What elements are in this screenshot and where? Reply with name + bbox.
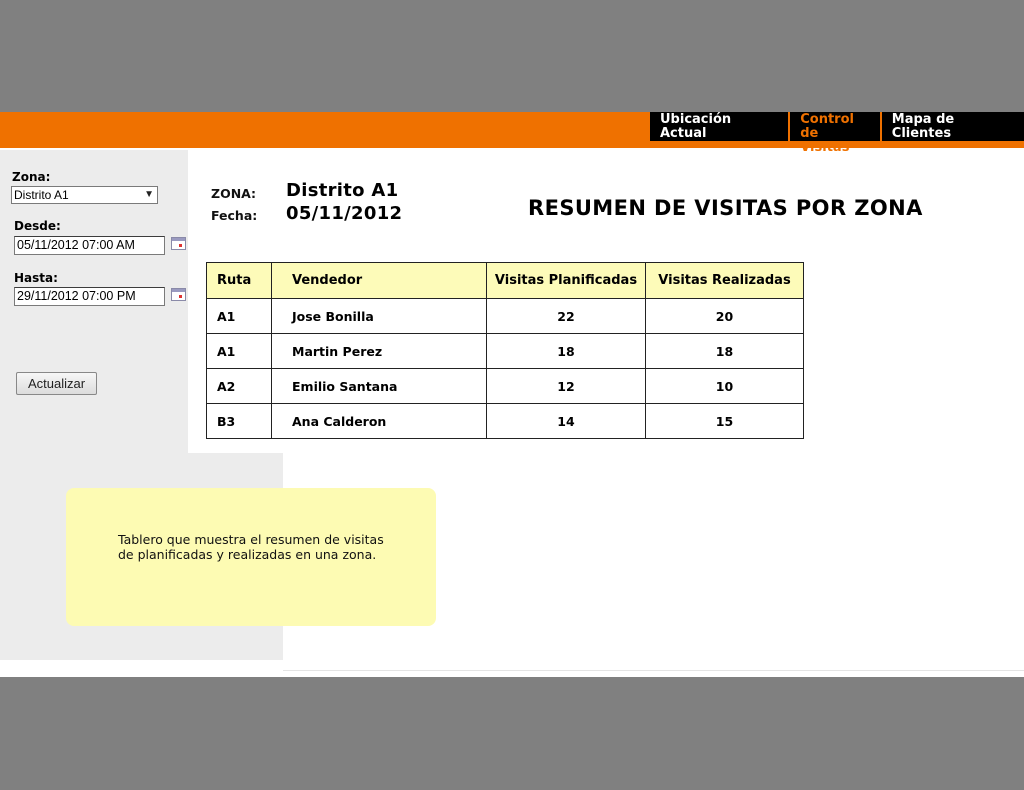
fecha-value: 05/11/2012 xyxy=(286,203,403,224)
zona-select-value: Distrito A1 xyxy=(14,188,69,202)
visits-table: Ruta Vendedor Visitas Planificadas Visit… xyxy=(206,262,804,439)
hasta-calendar-icon[interactable] xyxy=(171,288,186,301)
table-row: B3 Ana Calderon 14 15 xyxy=(206,403,804,439)
hasta-input[interactable]: 29/11/2012 07:00 PM xyxy=(14,287,165,306)
cell-vendedor: Ana Calderon xyxy=(271,403,487,439)
divider xyxy=(283,670,1024,671)
filter-panel: Zona: Distrito A1 ▼ Desde: 05/11/2012 07… xyxy=(0,150,188,453)
cell-realizadas: 20 xyxy=(645,298,804,334)
zona-header-value: Distrito A1 xyxy=(286,180,399,201)
cell-planificadas: 18 xyxy=(486,333,646,369)
cell-ruta: A2 xyxy=(206,368,272,404)
cell-realizadas: 10 xyxy=(645,368,804,404)
nav-control-label-line1: Control xyxy=(800,112,854,127)
cell-vendedor: Emilio Santana xyxy=(271,368,487,404)
desde-label: Desde: xyxy=(14,219,61,233)
desde-input[interactable]: 05/11/2012 07:00 AM xyxy=(14,236,165,255)
zona-header-label: ZONA: xyxy=(211,186,257,201)
cell-ruta: A1 xyxy=(206,333,272,369)
cell-realizadas: 15 xyxy=(645,403,804,439)
table-row: A1 Jose Bonilla 22 20 xyxy=(206,298,804,334)
zona-select[interactable]: Distrito A1 ▼ xyxy=(11,186,158,204)
description-note: Tablero que muestra el resumen de visita… xyxy=(66,488,436,626)
cell-vendedor: Jose Bonilla xyxy=(271,298,487,334)
hasta-label: Hasta: xyxy=(14,271,58,285)
cell-planificadas: 12 xyxy=(486,368,646,404)
nav-control-label-line2: de Visitas xyxy=(800,126,850,155)
nav-control-de-visitas[interactable]: Control de Visitas xyxy=(790,112,882,155)
cell-vendedor: Martin Perez xyxy=(271,333,487,369)
nav-mapa-de-clientes-label: Mapa de Clientes xyxy=(891,112,955,141)
zona-label: Zona: xyxy=(12,170,51,184)
table-row: A1 Martin Perez 18 18 xyxy=(206,333,804,369)
cell-ruta: B3 xyxy=(206,403,272,439)
main-nav: Ubicación Actual Control de Visitas Mapa… xyxy=(650,112,1024,155)
table-row: A2 Emilio Santana 12 10 xyxy=(206,368,804,404)
column-header-planificadas: Visitas Planificadas xyxy=(486,262,646,299)
note-line-2: de planificadas y realizadas en una zona… xyxy=(118,547,377,562)
table-header-row: Ruta Vendedor Visitas Planificadas Visit… xyxy=(206,262,804,299)
chevron-down-icon: ▼ xyxy=(144,189,154,200)
nav-ubicacion-actual[interactable]: Ubicación Actual xyxy=(650,112,791,141)
desde-calendar-icon[interactable] xyxy=(171,237,186,250)
actualizar-button[interactable]: Actualizar xyxy=(16,372,97,395)
column-header-vendedor: Vendedor xyxy=(271,262,487,299)
app-window: Ubicación Actual Control de Visitas Mapa… xyxy=(0,112,1024,677)
nav-ubicacion-actual-label: Ubicación Actual xyxy=(660,112,732,141)
nav-mapa-de-clientes[interactable]: Mapa de Clientes xyxy=(882,112,1024,141)
page-title: RESUMEN DE VISITAS POR ZONA xyxy=(528,196,923,220)
cell-planificadas: 14 xyxy=(486,403,646,439)
cell-planificadas: 22 xyxy=(486,298,646,334)
note-line-1: Tablero que muestra el resumen de visita… xyxy=(118,532,384,547)
top-bar: Ubicación Actual Control de Visitas Mapa… xyxy=(0,112,1024,155)
fecha-label: Fecha: xyxy=(211,208,258,223)
column-header-realizadas: Visitas Realizadas xyxy=(645,262,804,299)
cell-realizadas: 18 xyxy=(645,333,804,369)
cell-ruta: A1 xyxy=(206,298,272,334)
column-header-ruta: Ruta xyxy=(206,262,272,299)
